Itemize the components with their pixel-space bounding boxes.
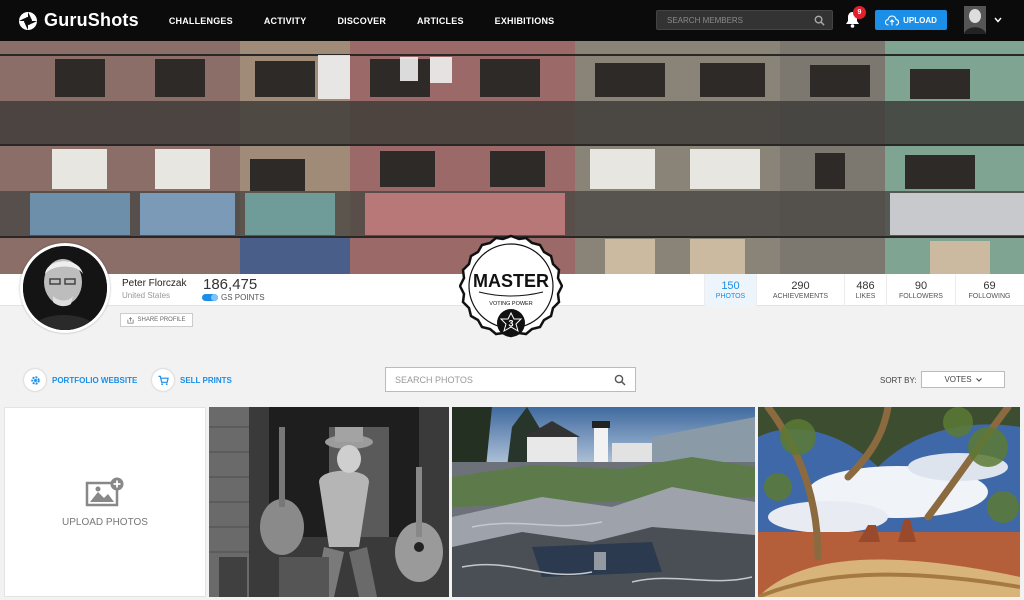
sell-icon-wrap bbox=[152, 369, 174, 391]
stat-followers-label: FOLLOWERS bbox=[899, 292, 943, 300]
master-level-badge[interactable]: MASTER VOTING POWER 3 bbox=[459, 230, 563, 344]
brand-name: GuruShots bbox=[44, 10, 139, 30]
upload-photos-tile[interactable]: UPLOAD PHOTOS bbox=[4, 407, 206, 597]
photo-tile[interactable] bbox=[452, 407, 755, 597]
gs-points-label-text: GS POINTS bbox=[221, 293, 265, 302]
profile-avatar-image bbox=[23, 246, 107, 330]
badge-subtitle: VOTING POWER bbox=[489, 301, 532, 307]
profile-avatar[interactable] bbox=[20, 243, 110, 333]
share-icon bbox=[127, 316, 135, 324]
photo-desert-tree-image bbox=[758, 407, 1020, 597]
search-photos-box bbox=[385, 367, 636, 392]
stat-followers-value: 90 bbox=[914, 279, 928, 292]
search-photos-input[interactable] bbox=[386, 374, 606, 385]
chevron-down-icon bbox=[975, 377, 982, 382]
gs-points-value: 186,475 bbox=[203, 276, 258, 293]
nav-discover[interactable]: DISCOVER bbox=[337, 16, 386, 26]
sell-prints-link[interactable]: SELL PRINTS bbox=[152, 369, 232, 391]
user-avatar-image bbox=[964, 6, 986, 34]
portfolio-website-label: PORTFOLIO WEBSITE bbox=[52, 375, 138, 385]
notification-count-badge: 9 bbox=[853, 6, 866, 19]
share-profile-label: SHARE PROFILE bbox=[137, 317, 186, 323]
upload-button-label: UPLOAD bbox=[903, 15, 937, 25]
gear-icon bbox=[30, 375, 40, 385]
nav-exhibitions[interactable]: EXHIBITIONS bbox=[495, 16, 555, 26]
share-profile-button[interactable]: SHARE PROFILE bbox=[120, 313, 193, 327]
stat-photos-value: 150 bbox=[721, 279, 740, 292]
user-avatar[interactable] bbox=[964, 6, 986, 34]
stat-likes-value: 486 bbox=[856, 279, 875, 292]
cart-icon bbox=[157, 375, 169, 385]
gs-points-toggle-icon bbox=[202, 294, 218, 301]
stat-following-label: FOLLOWING bbox=[968, 292, 1011, 300]
portfolio-website-link[interactable]: PORTFOLIO WEBSITE bbox=[24, 369, 137, 391]
badge-number: 3 bbox=[508, 319, 513, 329]
stat-photos[interactable]: 150 PHOTOS bbox=[704, 274, 756, 306]
sort-by-label: SORT BY: bbox=[880, 376, 917, 385]
badge-level-text: MASTER bbox=[473, 271, 549, 291]
nav-activity[interactable]: ACTIVITY bbox=[264, 16, 307, 26]
stat-followers[interactable]: 90 FOLLOWERS bbox=[886, 274, 955, 306]
profile-location: United States bbox=[122, 291, 171, 300]
sort-select-value: VOTES bbox=[944, 375, 972, 384]
stat-likes-label: LIKES bbox=[855, 292, 876, 300]
main-nav: CHALLENGES ACTIVITY DISCOVER ARTICLES EX… bbox=[169, 16, 586, 26]
search-members-input[interactable] bbox=[657, 15, 807, 25]
stat-likes[interactable]: 486 LIKES bbox=[844, 274, 886, 306]
profile-stats: 150 PHOTOS 290 ACHIEVEMENTS 486 LIKES 90… bbox=[704, 274, 1023, 306]
search-members-box bbox=[656, 10, 833, 30]
nav-challenges[interactable]: CHALLENGES bbox=[169, 16, 233, 26]
gurushots-logo-icon bbox=[19, 11, 37, 30]
upload-photos-label: UPLOAD PHOTOS bbox=[62, 516, 148, 528]
stat-achievements[interactable]: 290 ACHIEVEMENTS bbox=[756, 274, 844, 306]
brand-logo[interactable]: GuruShots bbox=[18, 10, 139, 31]
photo-musician-image bbox=[209, 407, 449, 597]
upload-button[interactable]: UPLOAD bbox=[875, 10, 947, 30]
image-add-icon bbox=[85, 477, 124, 506]
sort-select[interactable]: VOTES bbox=[921, 371, 1005, 388]
photo-tile[interactable] bbox=[758, 407, 1020, 597]
gs-points-label: GS POINTS bbox=[202, 293, 265, 302]
sell-prints-label: SELL PRINTS bbox=[180, 375, 232, 385]
search-icon[interactable] bbox=[614, 374, 626, 386]
photo-tile[interactable] bbox=[209, 407, 449, 597]
top-navigation-bar: GuruShots CHALLENGES ACTIVITY DISCOVER A… bbox=[0, 0, 1024, 41]
stat-achievements-value: 290 bbox=[791, 279, 810, 292]
chevron-down-icon[interactable] bbox=[994, 17, 1002, 23]
stat-achievements-label: ACHIEVEMENTS bbox=[772, 292, 829, 300]
stat-following[interactable]: 69 FOLLOWING bbox=[955, 274, 1023, 306]
nav-articles[interactable]: ARTICLES bbox=[417, 16, 464, 26]
cloud-upload-icon bbox=[885, 14, 900, 26]
photo-lighthouse-image bbox=[452, 407, 755, 597]
stat-following-value: 69 bbox=[983, 279, 996, 292]
search-icon[interactable] bbox=[814, 15, 825, 26]
profile-name[interactable]: Peter Florczak bbox=[122, 278, 186, 289]
stat-photos-label: PHOTOS bbox=[715, 292, 746, 300]
portfolio-icon-wrap bbox=[24, 369, 46, 391]
